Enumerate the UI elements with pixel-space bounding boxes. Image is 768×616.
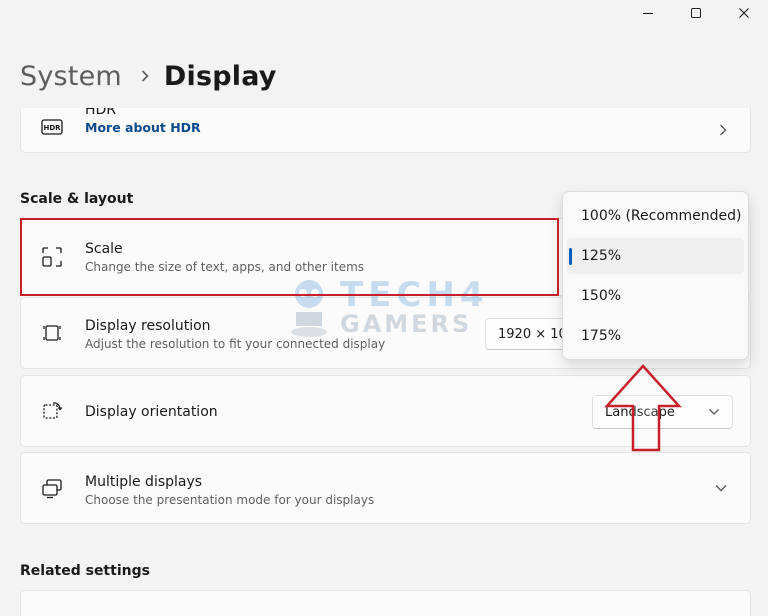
svg-text:HDR: HDR bbox=[43, 124, 61, 132]
scale-option-150[interactable]: 150% bbox=[567, 278, 744, 314]
section-label-related-settings: Related settings bbox=[20, 563, 150, 579]
selection-indicator bbox=[569, 248, 572, 265]
close-button[interactable] bbox=[720, 0, 768, 26]
chevron-down-icon bbox=[708, 408, 720, 416]
display-resolution-subtitle: Adjust the resolution to fit your connec… bbox=[85, 337, 386, 351]
close-icon bbox=[739, 8, 749, 18]
scale-option-175[interactable]: 175% bbox=[567, 318, 744, 354]
chevron-down-icon[interactable] bbox=[714, 483, 728, 493]
scale-icon bbox=[41, 246, 63, 268]
multiple-displays-icon bbox=[41, 477, 63, 499]
related-settings-card[interactable] bbox=[20, 590, 751, 616]
minimize-icon bbox=[643, 13, 653, 14]
display-resolution-title: Display resolution bbox=[85, 318, 211, 334]
scale-title: Scale bbox=[85, 241, 123, 257]
section-label-scale-layout: Scale & layout bbox=[20, 191, 134, 207]
maximize-button[interactable] bbox=[672, 0, 720, 26]
scale-subtitle: Change the size of text, apps, and other… bbox=[85, 260, 365, 274]
display-orientation-icon bbox=[41, 400, 63, 422]
hdr-card[interactable]: HDR HDR More about HDR bbox=[20, 108, 751, 153]
display-orientation-title: Display orientation bbox=[85, 404, 218, 420]
chevron-right-icon bbox=[718, 123, 728, 137]
breadcrumb: System Display bbox=[20, 56, 277, 96]
chevron-right-icon bbox=[140, 69, 150, 83]
hdr-title: HDR bbox=[85, 108, 117, 118]
maximize-icon bbox=[691, 8, 701, 18]
hdr-learn-more-link[interactable]: More about HDR bbox=[85, 120, 201, 135]
multiple-displays-card[interactable]: Multiple displays Choose the presentatio… bbox=[20, 452, 751, 524]
window-controls bbox=[624, 0, 768, 28]
breadcrumb-parent-link[interactable]: System bbox=[20, 61, 122, 92]
minimize-button[interactable] bbox=[624, 0, 672, 26]
multiple-displays-subtitle: Choose the presentation mode for your di… bbox=[85, 493, 375, 507]
scale-option-100[interactable]: 100% (Recommended) bbox=[567, 198, 744, 234]
annotation-arrow-up-icon bbox=[604, 364, 682, 452]
hdr-icon: HDR bbox=[41, 116, 63, 138]
display-resolution-icon bbox=[41, 322, 63, 344]
multiple-displays-title: Multiple displays bbox=[85, 474, 203, 490]
scale-option-125[interactable]: 125% bbox=[567, 238, 744, 274]
scale-dropdown[interactable]: 100% (Recommended) 125% 150% 175% bbox=[562, 191, 749, 360]
page-title: Display bbox=[163, 60, 277, 92]
